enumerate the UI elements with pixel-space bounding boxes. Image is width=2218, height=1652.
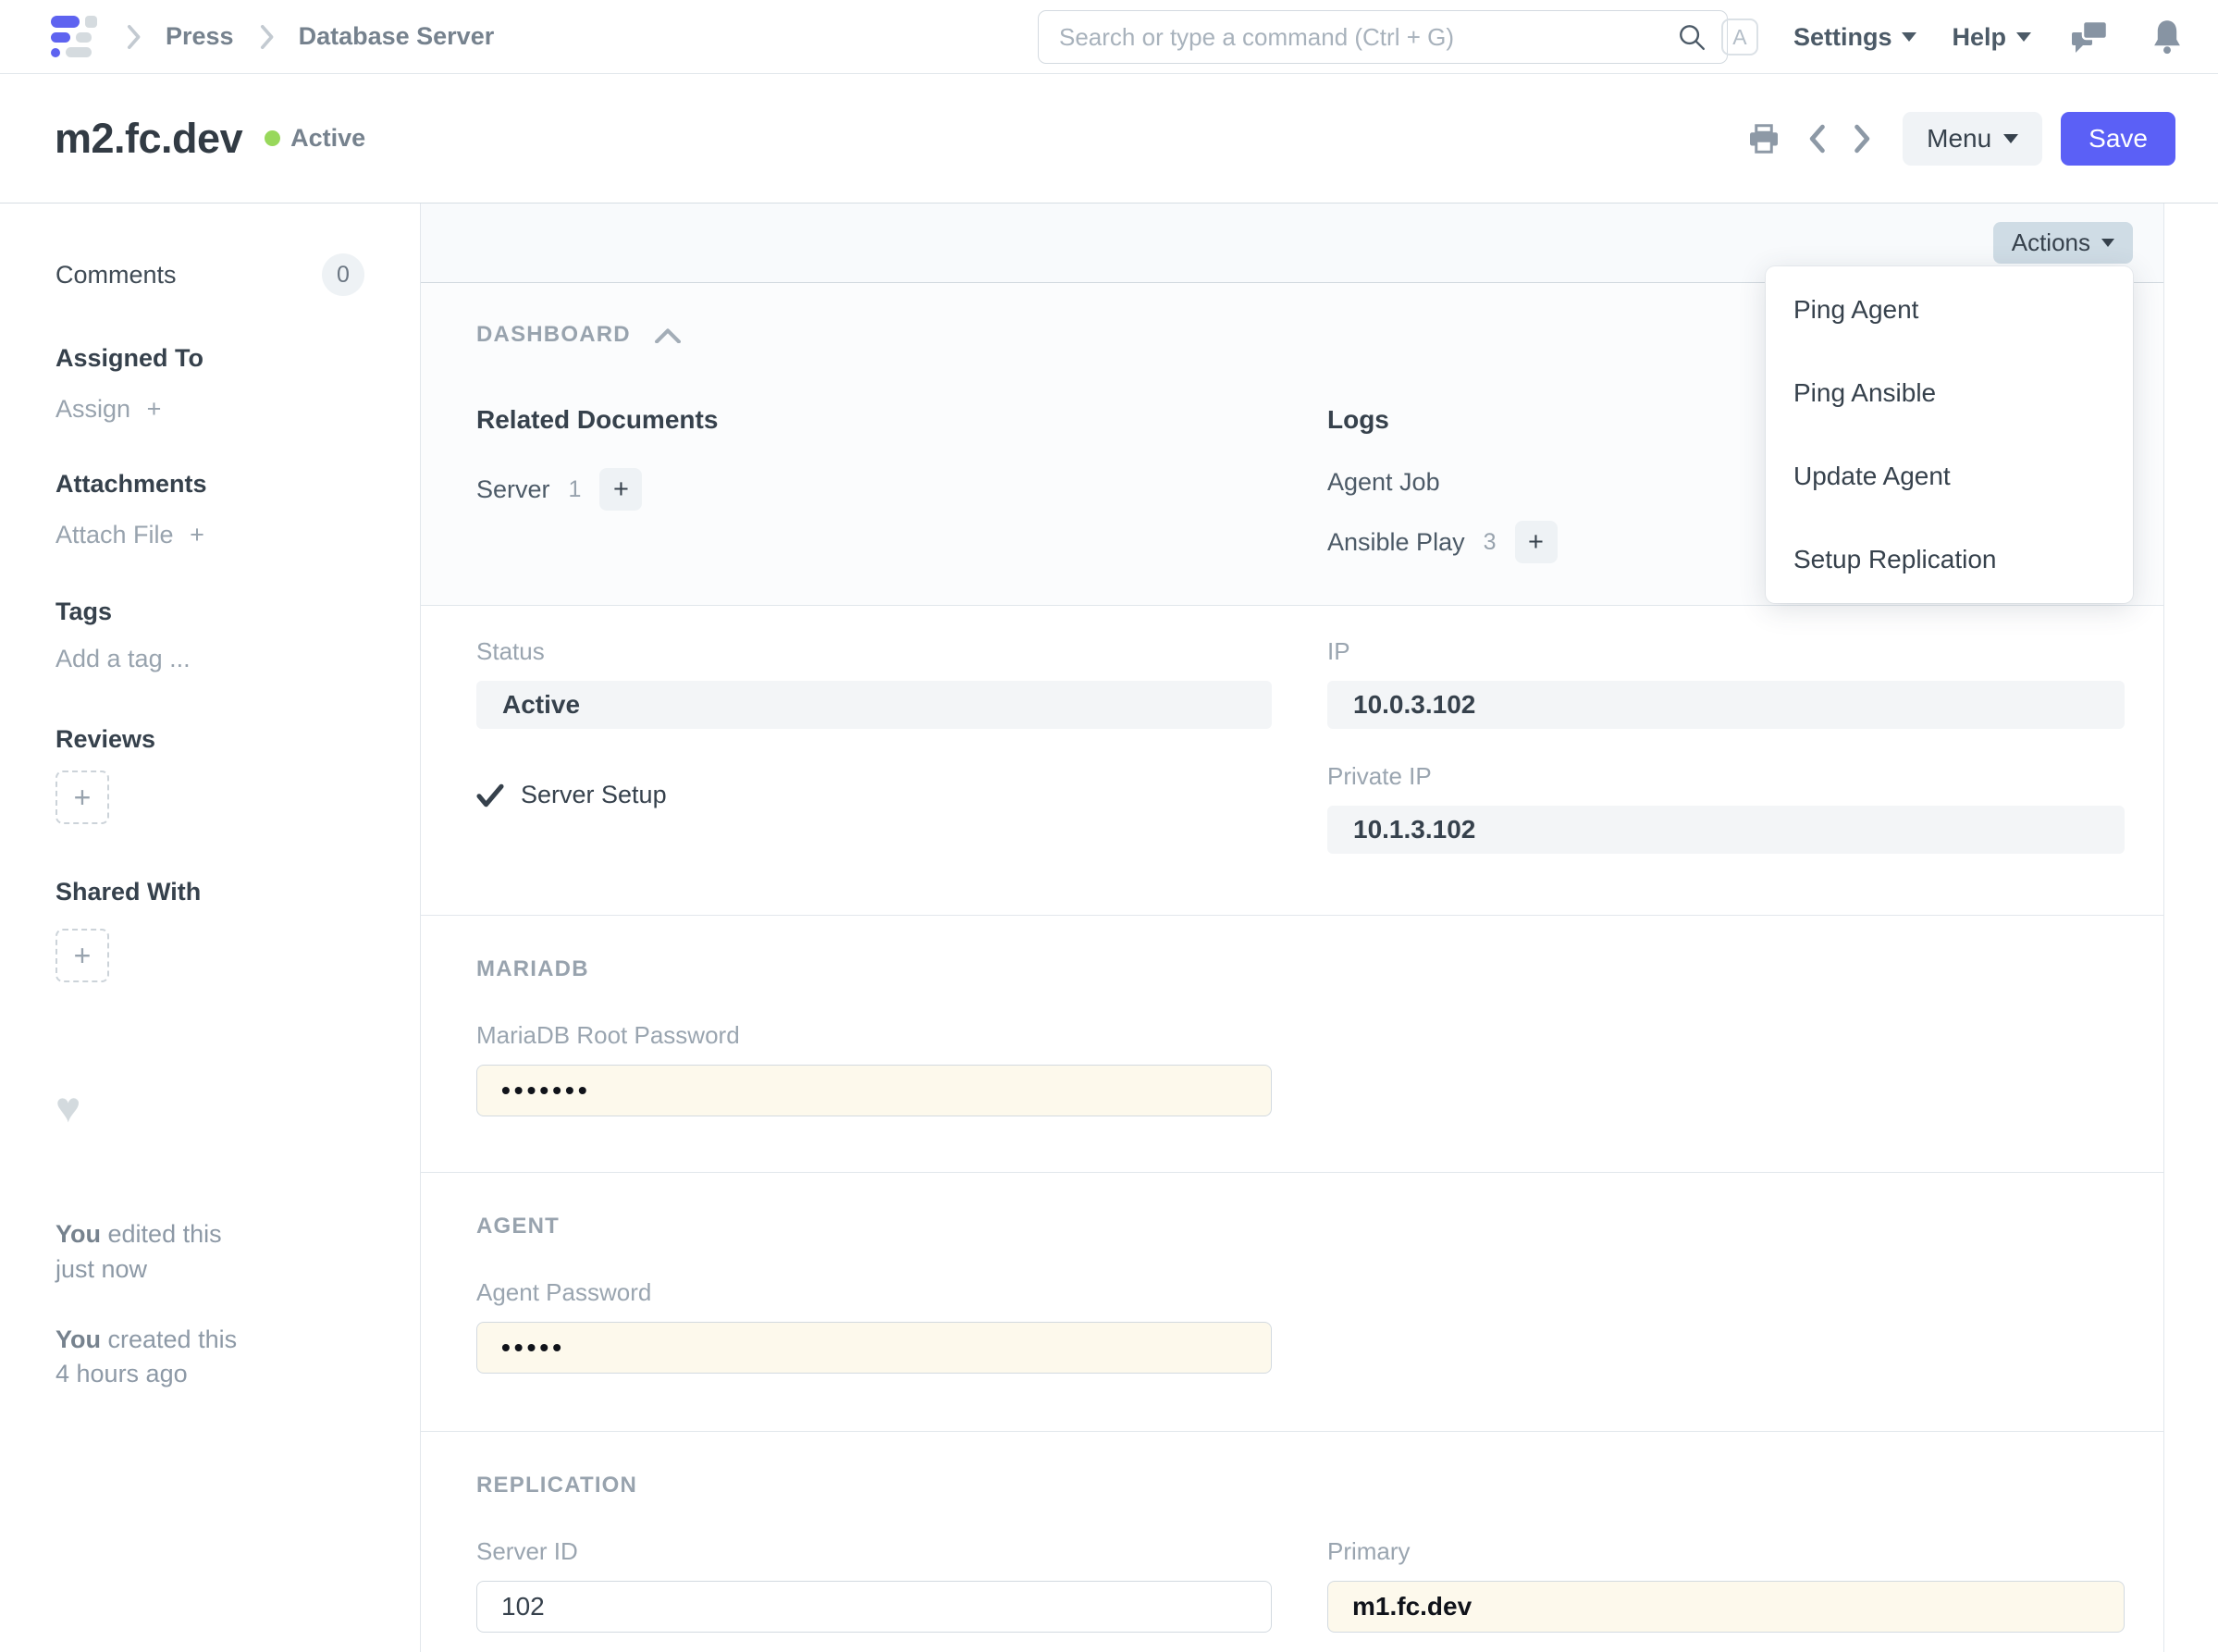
agent-section-label: AGENT [476, 1214, 560, 1239]
plus-icon: + [73, 938, 92, 972]
mariadb-root-password-field[interactable]: ••••••• [476, 1065, 1272, 1116]
agent-password-label: Agent Password [476, 1278, 652, 1306]
prev-doc-chevron-left-icon[interactable] [1803, 120, 1830, 157]
menu-item-update-agent[interactable]: Update Agent [1766, 435, 2133, 518]
primary-label: Primary [1327, 1537, 1411, 1565]
agent-password-field[interactable]: ••••• [476, 1322, 1272, 1374]
status-field-label: Status [476, 637, 545, 665]
plus-icon: + [190, 521, 204, 549]
check-icon [476, 783, 504, 808]
actions-dropdown-menu: Ping Agent Ping Ansible Update Agent Set… [1766, 266, 2133, 603]
comments-count-badge: 0 [322, 253, 364, 296]
global-search [1038, 10, 1728, 64]
plus-icon: + [73, 780, 92, 814]
private-ip-field-value: 10.1.3.102 [1327, 806, 2125, 854]
page-header: m2.fc.dev Active Menu Save [0, 74, 2218, 203]
app-logo-icon[interactable] [51, 16, 97, 57]
mariadb-section-label: MARIADB [476, 956, 589, 981]
replication-section-label: REPLICATION [476, 1473, 638, 1498]
avatar[interactable]: A [1720, 18, 1758, 55]
add-ansible-play-button[interactable]: + [1514, 521, 1558, 563]
breadcrumb-database-server[interactable]: Database Server [299, 22, 495, 51]
add-server-button[interactable]: + [599, 468, 643, 511]
breadcrumb: Press Database Server [125, 22, 494, 51]
status-field-value: Active [476, 681, 1272, 729]
status-indicator: Active [290, 124, 366, 152]
replication-section: REPLICATION Server ID 102 Primary m1.fc.… [421, 1432, 2163, 1652]
add-tag-input[interactable]: Add a tag ... [55, 645, 364, 673]
reviews-heading: Reviews [55, 725, 156, 753]
page-title: m2.fc.dev [55, 114, 243, 162]
edited-note: You edited this just now [55, 1220, 222, 1283]
private-ip-field-label: Private IP [1327, 762, 1432, 790]
chat-icon[interactable] [2066, 16, 2113, 58]
chevron-down-icon [1902, 32, 1917, 42]
next-doc-chevron-right-icon[interactable] [1849, 120, 1877, 157]
dashboard-section-label: DASHBOARD [476, 322, 631, 347]
form-sidebar: Comments 0 Assigned To Assign + Attachme… [0, 203, 421, 1652]
related-documents-heading: Related Documents [476, 405, 719, 434]
menu-item-ping-ansible[interactable]: Ping Ansible [1766, 351, 2133, 435]
settings-menu[interactable]: Settings [1793, 23, 1917, 52]
plus-icon: + [612, 474, 629, 504]
comments-link[interactable]: Comments 0 [55, 253, 364, 296]
server-id-label: Server ID [476, 1537, 578, 1565]
ansible-play-count: 3 [1483, 528, 1497, 555]
assigned-to-heading: Assigned To [55, 344, 204, 372]
server-count: 1 [568, 475, 582, 502]
notifications-bell-icon[interactable] [2148, 15, 2187, 59]
chevron-down-icon [2016, 32, 2031, 42]
search-icon[interactable] [1677, 22, 1707, 52]
add-review-button[interactable]: + [55, 771, 109, 824]
assign-button[interactable]: Assign + [55, 395, 364, 424]
attachments-heading: Attachments [55, 470, 207, 498]
plus-icon: + [146, 395, 162, 423]
ip-field-value: 10.0.3.102 [1327, 681, 2125, 729]
print-icon[interactable] [1744, 119, 1784, 158]
chevron-down-icon [2003, 133, 2019, 143]
form-body: Actions Ping Agent Ping Ansible Update A… [421, 203, 2164, 1652]
search-input[interactable] [1059, 22, 1677, 52]
menu-button[interactable]: Menu [1903, 111, 2043, 166]
menu-item-setup-replication[interactable]: Setup Replication [1766, 518, 2133, 601]
server-setup-label: Server Setup [521, 781, 667, 808]
share-button[interactable]: + [55, 929, 109, 982]
mariadb-root-password-label: MariaDB Root Password [476, 1021, 740, 1049]
like-heart-icon[interactable]: ♥ [55, 1086, 364, 1128]
chevron-right-icon [258, 24, 275, 50]
mariadb-section: MARIADB MariaDB Root Password ••••••• [421, 916, 2163, 1173]
shared-with-heading: Shared With [55, 878, 202, 906]
server-id-field[interactable]: 102 [476, 1581, 1272, 1633]
chevron-down-icon [2101, 239, 2114, 247]
navbar: Press Database Server A Settings Help [0, 0, 2218, 74]
breadcrumb-press[interactable]: Press [166, 22, 234, 51]
save-button[interactable]: Save [2061, 111, 2175, 166]
agent-section: AGENT Agent Password ••••• [421, 1173, 2163, 1432]
plus-icon: + [1528, 526, 1544, 557]
collapse-chevron-up-icon[interactable] [654, 327, 681, 343]
ip-field-label: IP [1327, 637, 1350, 665]
menu-item-ping-agent[interactable]: Ping Agent [1766, 268, 2133, 351]
actions-button[interactable]: Actions [1992, 222, 2133, 264]
status-section: Status Active Server Setup IP 10.0.3.102… [421, 606, 2163, 916]
help-menu[interactable]: Help [1952, 23, 2031, 52]
created-note: You created this 4 hours ago [55, 1325, 238, 1388]
chevron-right-icon [125, 24, 142, 50]
server-setup-checkbox[interactable]: Server Setup [476, 781, 1272, 809]
related-doc-server[interactable]: Server 1 + [476, 468, 1272, 511]
attach-file-button[interactable]: Attach File + [55, 521, 364, 549]
tags-heading: Tags [55, 598, 113, 625]
status-dot-icon [265, 130, 281, 146]
primary-link-field[interactable]: m1.fc.dev [1327, 1581, 2125, 1633]
